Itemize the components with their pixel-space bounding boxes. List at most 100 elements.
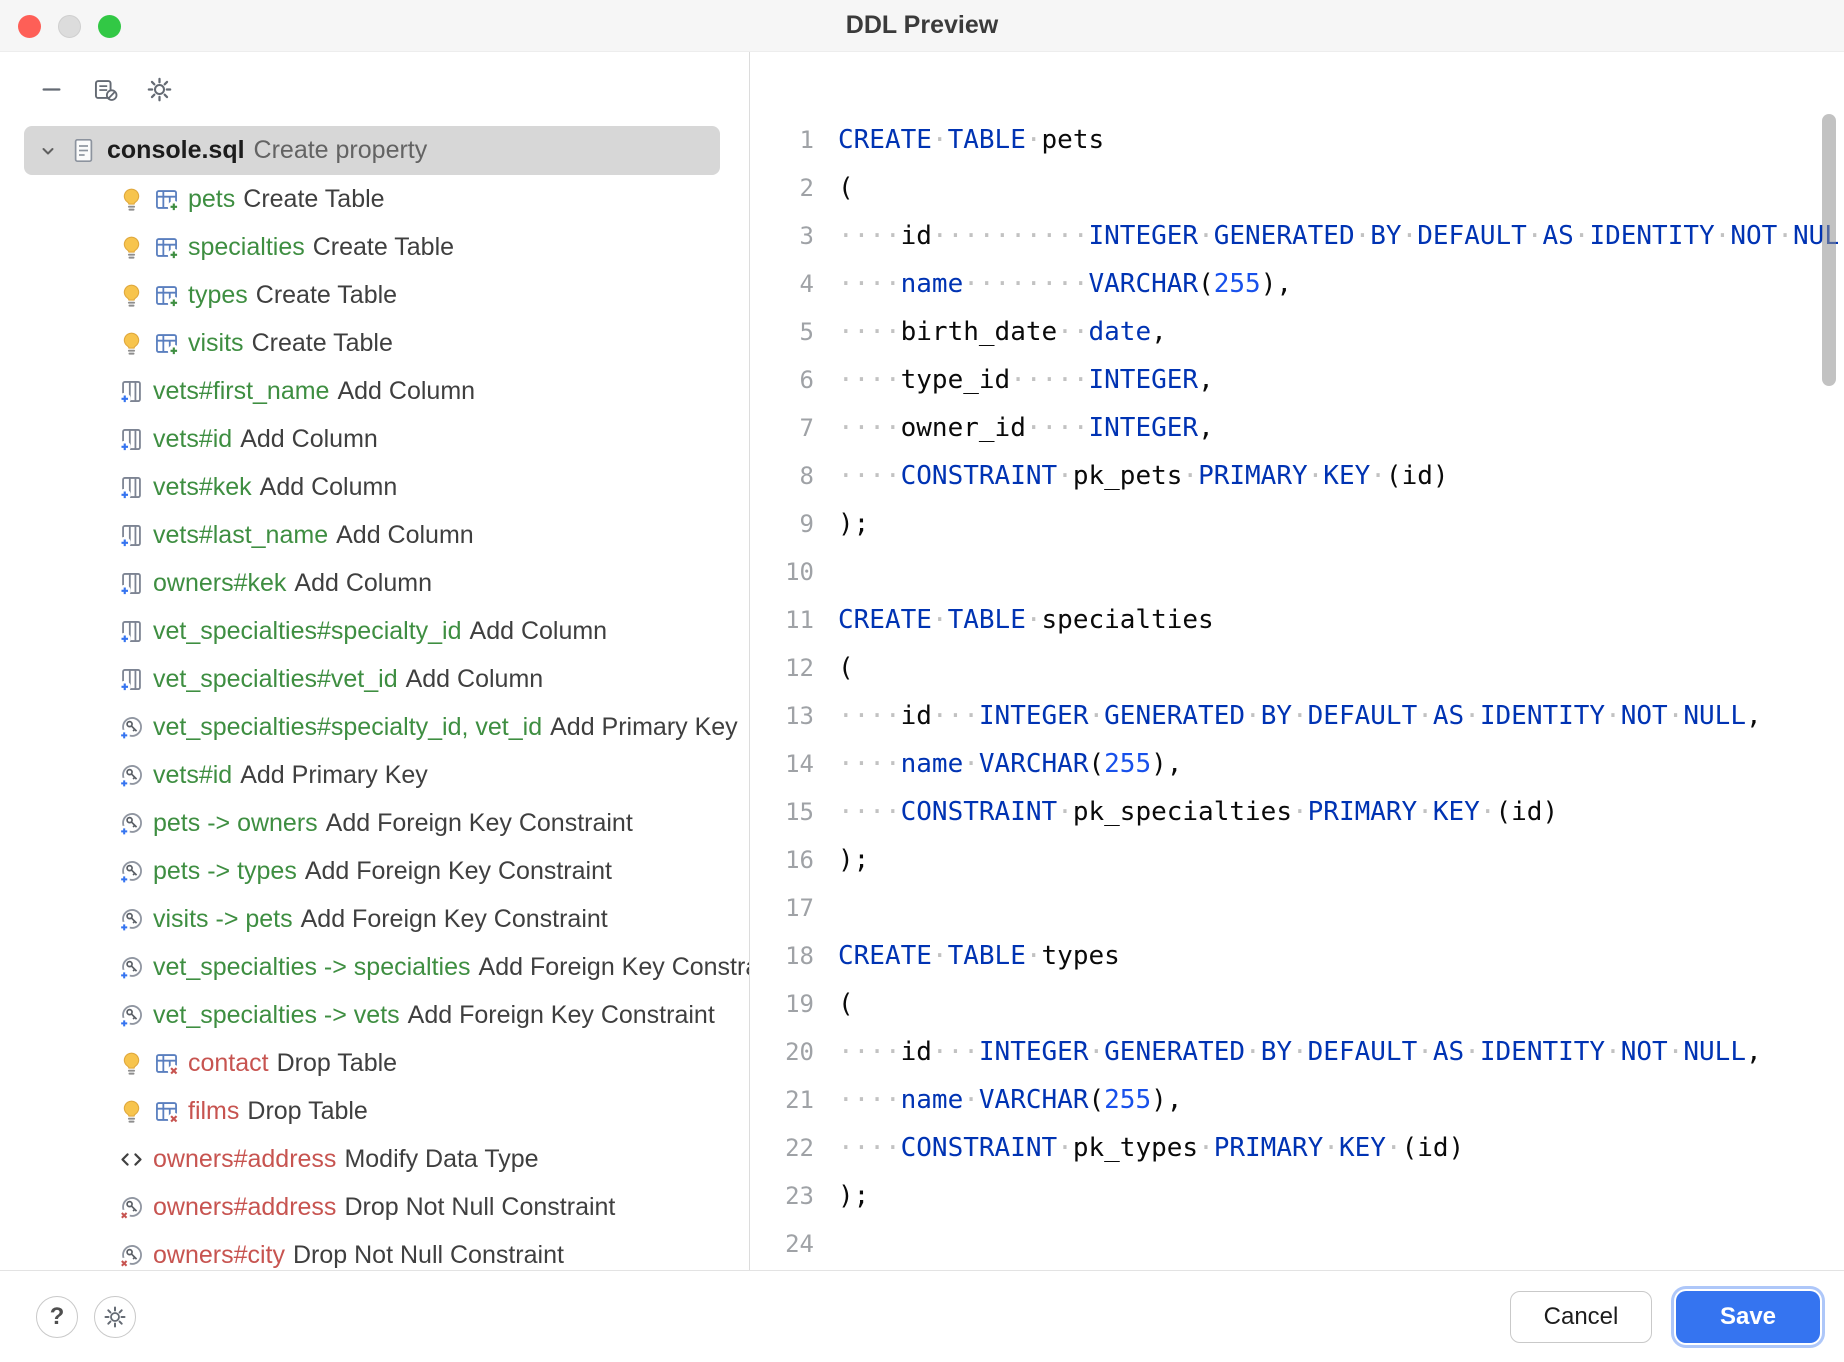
settings-button[interactable] bbox=[94, 1296, 136, 1338]
table-add-icon bbox=[153, 186, 180, 213]
column-add-icon bbox=[118, 474, 145, 501]
tree-settings-button[interactable] bbox=[144, 74, 174, 104]
column-add-icon bbox=[118, 618, 145, 645]
table-add-icon bbox=[153, 282, 180, 309]
tree-item-name: vet_specialties#specialty_id, vet_id bbox=[153, 713, 542, 742]
help-button[interactable]: ? bbox=[36, 1296, 78, 1338]
tree-item-action: Add Foreign Key Constraint bbox=[479, 953, 749, 982]
tree-item-name: vet_specialties#specialty_id bbox=[153, 617, 462, 646]
tree-item[interactable]: vets#kekAdd Column bbox=[0, 463, 749, 511]
key-add-icon bbox=[118, 810, 145, 837]
tree-item-name: vet_specialties -> specialties bbox=[153, 953, 471, 982]
tree-item-action: Add Column bbox=[240, 425, 378, 454]
line-number: 24 bbox=[750, 1220, 814, 1268]
bulb-icon bbox=[118, 330, 145, 357]
cancel-button[interactable]: Cancel bbox=[1510, 1291, 1652, 1343]
table-add-icon bbox=[153, 330, 180, 357]
tree-item-action: Create Table bbox=[313, 233, 454, 262]
chevron-down-icon[interactable] bbox=[36, 139, 60, 163]
column-add-icon bbox=[118, 426, 145, 453]
tree-item-name: vets#id bbox=[153, 425, 232, 454]
tree-item[interactable]: vets#first_nameAdd Column bbox=[0, 367, 749, 415]
code-line: ····id···INTEGER·GENERATED·BY·DEFAULT·AS… bbox=[838, 1028, 1838, 1076]
code-line: ····name········VARCHAR(255), bbox=[838, 260, 1838, 308]
tree-item-action: Modify Data Type bbox=[344, 1145, 538, 1174]
help-icon: ? bbox=[50, 1303, 65, 1331]
code-line: ····CONSTRAINT·pk_pets·PRIMARY·KEY·(id) bbox=[838, 452, 1838, 500]
tree-item-action: Drop Table bbox=[277, 1049, 397, 1078]
code-line: CREATE·TABLE·specialties bbox=[838, 596, 1838, 644]
code-line bbox=[838, 884, 1838, 932]
tree-item[interactable]: pets -> typesAdd Foreign Key Constraint bbox=[0, 847, 749, 895]
code-line: CREATE·TABLE·types bbox=[838, 932, 1838, 980]
tree-item[interactable]: specialtiesCreate Table bbox=[0, 223, 749, 271]
tree-item-name: vets#last_name bbox=[153, 521, 328, 550]
column-add-icon bbox=[118, 378, 145, 405]
tree-item-name: vet_specialties -> vets bbox=[153, 1001, 400, 1030]
main-content: console.sql Create property petsCreate T… bbox=[0, 52, 1844, 1270]
tree-item[interactable]: owners#kekAdd Column bbox=[0, 559, 749, 607]
modify-icon bbox=[118, 1146, 145, 1173]
tree-item[interactable]: vets#id Add Column bbox=[0, 415, 749, 463]
tree-item[interactable]: vet_specialties#specialty_idAdd Column bbox=[0, 607, 749, 655]
tree-item[interactable]: vets#idAdd Primary Key bbox=[0, 751, 749, 799]
line-number: 1 bbox=[750, 116, 814, 164]
tree-item-action: Add Foreign Key Constraint bbox=[408, 1001, 715, 1030]
line-number: 19 bbox=[750, 980, 814, 1028]
save-button[interactable]: Save bbox=[1676, 1291, 1820, 1343]
tree-item-action: Add Foreign Key Constraint bbox=[301, 905, 608, 934]
tree-item-name: visits -> pets bbox=[153, 905, 293, 934]
tree-item[interactable]: owners#cityDrop Not Null Constraint bbox=[0, 1231, 749, 1270]
key-add-icon bbox=[118, 714, 145, 741]
script-preview-button[interactable] bbox=[90, 74, 120, 104]
tree-item-name: owners#address bbox=[153, 1145, 336, 1174]
tree-item[interactable]: pets -> ownersAdd Foreign Key Constraint bbox=[0, 799, 749, 847]
code-line: ····type_id·····INTEGER, bbox=[838, 356, 1838, 404]
tree-item[interactable]: owners#addressDrop Not Null Constraint bbox=[0, 1183, 749, 1231]
tree-item[interactable]: petsCreate Table bbox=[0, 175, 749, 223]
line-number: 9 bbox=[750, 500, 814, 548]
tree-item[interactable]: owners#address Modify Data Type bbox=[0, 1135, 749, 1183]
dialog-title: DDL Preview bbox=[0, 0, 1844, 51]
code-line: ( bbox=[838, 164, 1838, 212]
tree-item[interactable]: vet_specialties#vet_idAdd Column bbox=[0, 655, 749, 703]
line-number: 22 bbox=[750, 1124, 814, 1172]
tree-root-console-sql[interactable]: console.sql Create property bbox=[24, 126, 720, 175]
line-number: 17 bbox=[750, 884, 814, 932]
code-line bbox=[838, 548, 1838, 596]
code-line: ( bbox=[838, 644, 1838, 692]
sql-file-icon bbox=[70, 137, 97, 164]
bulb-icon bbox=[118, 234, 145, 261]
key-add-icon bbox=[118, 954, 145, 981]
line-number: 5 bbox=[750, 308, 814, 356]
scrollbar-thumb[interactable] bbox=[1822, 114, 1836, 386]
tree-item-name: owners#city bbox=[153, 1241, 285, 1270]
tree-item-name: pets bbox=[188, 185, 235, 214]
script-preview-icon bbox=[92, 76, 119, 103]
tree-item[interactable]: contact Drop Table bbox=[0, 1039, 749, 1087]
editor-scrollbar[interactable] bbox=[1822, 114, 1836, 1264]
line-number: 20 bbox=[750, 1028, 814, 1076]
tree-item[interactable]: vets#last_nameAdd Column bbox=[0, 511, 749, 559]
column-add-icon bbox=[118, 522, 145, 549]
tree-item[interactable]: filmsDrop Table bbox=[0, 1087, 749, 1135]
tree-toolbar bbox=[0, 52, 749, 126]
collapse-button[interactable] bbox=[36, 74, 66, 104]
line-number: 2 bbox=[750, 164, 814, 212]
tree-item[interactable]: visits -> pets Add Foreign Key Constraint bbox=[0, 895, 749, 943]
tree-item[interactable]: vet_specialties -> specialties Add Foreig… bbox=[0, 943, 749, 991]
tree-item[interactable]: typesCreate Table bbox=[0, 271, 749, 319]
tree-item-name: contact bbox=[188, 1049, 269, 1078]
line-number: 14 bbox=[750, 740, 814, 788]
tree-item-action: Add Column bbox=[294, 569, 432, 598]
ddl-sql-editor[interactable]: 123456789101112131415161718192021222324 … bbox=[750, 52, 1844, 1270]
tree-item[interactable]: vet_specialties -> vets Add Foreign Key C… bbox=[0, 991, 749, 1039]
tree-item[interactable]: visits Create Table bbox=[0, 319, 749, 367]
tree-item[interactable]: vet_specialties#specialty_id, vet_idAdd … bbox=[0, 703, 749, 751]
line-number: 8 bbox=[750, 452, 814, 500]
tree-item-action: Create Table bbox=[256, 281, 397, 310]
tree-item-action: Create Table bbox=[252, 329, 393, 358]
line-number: 15 bbox=[750, 788, 814, 836]
tree-item-name: visits bbox=[188, 329, 244, 358]
tree-item-name: vets#id bbox=[153, 761, 232, 790]
